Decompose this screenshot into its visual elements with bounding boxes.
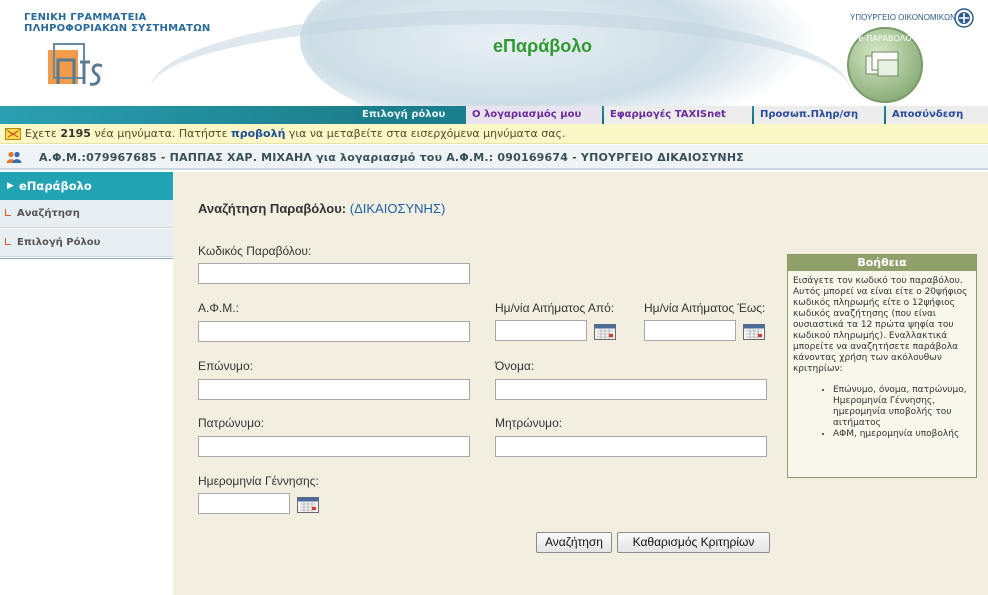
page: ΓΕΝΙΚΗ ΓΡΑΜΜΑΤΕΙΑ ΠΛΗΡΟΦΟΡΙΑΚΩΝ ΣΥΣΤΗΜΑΤ…: [0, 0, 988, 595]
org-title-line1: ΓΕΝΙΚΗ ΓΡΑΜΜΑΤΕΙΑ: [24, 12, 147, 23]
nav-tab-logout[interactable]: Αποσύνδεση: [886, 106, 988, 124]
users-icon: [6, 151, 22, 163]
help-body: Εισάγετε τον κωδικό του παραβόλου. Αυτός…: [788, 271, 976, 440]
greek-emblem-icon: [954, 8, 974, 28]
eparavolo-logo-icon: e-ΠΑΡΑΒΟΛΟ: [847, 27, 923, 103]
code-label: Κωδικός Παραβόλου:: [198, 244, 312, 258]
nav-tab-role[interactable]: Επιλογή ρόλου: [356, 106, 466, 124]
birth-date-label: Ημερομηνία Γέννησης:: [198, 474, 319, 488]
date-from-input[interactable]: [495, 320, 587, 341]
user-info: Α.Φ.Μ.:079967685 - ΠΑΠΠΑΣ ΧΑΡ. ΜΙΧΑΗΛ γι…: [39, 151, 744, 164]
messages-bar: Εχετε 2195 νέα μηνύματα. Πατήστε προβολή…: [0, 124, 988, 144]
nav-tab-my-account[interactable]: Ο λογαριασμός μου: [466, 106, 602, 124]
calendar-icon[interactable]: [743, 324, 765, 340]
father-name-label: Πατρώνυμο:: [198, 416, 265, 430]
nav-tab-taxisnet-label: Εφαρμογές TAXISnet: [610, 109, 726, 120]
help-panel: Βοήθεια Εισάγετε τον κωδικό του παραβόλο…: [787, 254, 977, 478]
nav-tab-my-account-label: Ο λογαριασμός μου: [472, 109, 582, 120]
nav-tab-role-label: Επιλογή ρόλου: [362, 109, 446, 120]
form-title-text: Αναζήτηση Παραβόλου:: [198, 201, 347, 216]
code-input[interactable]: [198, 263, 470, 284]
messages-text: Εχετε 2195 νέα μηνύματα. Πατήστε προβολή…: [25, 124, 565, 144]
messages-middle: νέα μηνύματα. Πατήστε: [94, 127, 228, 140]
navbar-left-band: [0, 106, 356, 124]
birth-date-input[interactable]: [198, 493, 290, 514]
bullet-marker-icon: [5, 238, 11, 245]
sidebar-header[interactable]: ▶ eΠαράβολο: [0, 172, 173, 200]
view-messages-link[interactable]: προβολή: [231, 127, 285, 140]
name-label: Όνομα:: [495, 359, 535, 373]
afm-input[interactable]: [198, 321, 470, 342]
help-list-item: Επώνυμο, όνομα, πατρώνυμο, Ημερομηνία Γέ…: [833, 385, 972, 429]
mother-name-input[interactable]: [495, 436, 767, 457]
svg-text:e-ΠΑΡΑΒΟΛΟ: e-ΠΑΡΑΒΟΛΟ: [858, 34, 911, 43]
nav-tab-taxisnet[interactable]: Εφαρμογές TAXISnet: [604, 106, 752, 124]
messages-count: 2195: [60, 127, 91, 140]
name-input[interactable]: [495, 379, 767, 400]
help-text: Εισάγετε τον κωδικό του παραβόλου. Αυτός…: [793, 276, 968, 374]
help-title: Βοήθεια: [788, 255, 976, 271]
mail-icon: [5, 128, 21, 140]
help-list: Επώνυμο, όνομα, πατρώνυμο, Ημερομηνία Γέ…: [793, 385, 972, 440]
father-name-input[interactable]: [198, 436, 470, 457]
sidebar-divider: [0, 258, 173, 259]
sidebar-header-label: eΠαράβολο: [19, 179, 92, 193]
sidebar-item-search[interactable]: Αναζήτηση: [0, 200, 173, 228]
afm-label: Α.Φ.Μ.:: [198, 301, 239, 315]
sidebar-item-role[interactable]: Επιλογή Ρόλου: [0, 229, 173, 257]
help-list-item: ΑΦΜ, ημερομηνία υποβολής: [833, 429, 972, 440]
org-title-line2: ΠΛΗΡΟΦΟΡΙΑΚΩΝ ΣΥΣΤΗΜΑΤΩΝ: [24, 23, 211, 34]
user-bar: Α.Φ.Μ.:079967685 - ΠΑΠΠΑΣ ΧΑΡ. ΜΙΧΑΗΛ γι…: [0, 145, 988, 170]
gsis-logo-icon: [48, 43, 103, 86]
calendar-icon[interactable]: [297, 497, 319, 513]
chevron-right-icon: ▶: [7, 181, 14, 191]
messages-prefix: Εχετε: [25, 127, 57, 140]
search-button[interactable]: Αναζήτηση: [536, 532, 612, 553]
date-to-label: Ημ/νία Αιτήματος Έως:: [644, 301, 766, 315]
sidebar-item-label: Αναζήτηση: [17, 208, 80, 219]
nav-tab-profile-label: Προσωπ.Πληρ/ση: [760, 109, 859, 120]
sidebar: ▶ eΠαράβολο Αναζήτηση Επιλογή Ρόλου: [0, 172, 173, 595]
messages-suffix: για να μεταβείτε στα εισερχόμενα μηνύματ…: [288, 127, 566, 140]
surname-input[interactable]: [198, 379, 470, 400]
date-to-input[interactable]: [644, 320, 736, 341]
header: ΓΕΝΙΚΗ ΓΡΑΜΜΑΤΕΙΑ ΠΛΗΡΟΦΟΡΙΑΚΩΝ ΣΥΣΤΗΜΑΤ…: [0, 0, 988, 106]
navbar: Επιλογή ρόλου Ο λογαριασμός μου Εφαρμογέ…: [0, 106, 988, 124]
form-title: Αναζήτηση Παραβόλου: (ΔΙΚΑΙΟΣΥΝΗΣ): [198, 201, 445, 216]
ministry-label: ΥΠΟΥΡΓΕΙΟ ΟΙΚΟΝΟΜΙΚΩΝ: [850, 13, 956, 22]
nav-tab-profile[interactable]: Προσωπ.Πληρ/ση: [754, 106, 884, 124]
clear-criteria-button[interactable]: Καθαρισμός Κριτηρίων: [617, 532, 770, 553]
date-from-label: Ημ/νία Αιτήματος Από:: [495, 301, 615, 315]
surname-label: Επώνυμο:: [198, 359, 253, 373]
sidebar-item-label: Επιλογή Ρόλου: [17, 237, 101, 248]
mother-name-label: Μητρώνυμο:: [495, 416, 563, 430]
form-title-department: (ΔΙΚΑΙΟΣΥΝΗΣ): [349, 201, 446, 216]
app-title: eΠαράβολο: [493, 36, 593, 56]
calendar-icon[interactable]: [594, 324, 616, 340]
bullet-marker-icon: [5, 209, 11, 216]
nav-tab-logout-label: Αποσύνδεση: [892, 109, 964, 120]
org-title: ΓΕΝΙΚΗ ΓΡΑΜΜΑΤΕΙΑ ΠΛΗΡΟΦΟΡΙΑΚΩΝ ΣΥΣΤΗΜΑΤ…: [24, 12, 210, 34]
main-content: Αναζήτηση Παραβόλου: (ΔΙΚΑΙΟΣΥΝΗΣ) Κωδικ…: [173, 172, 988, 595]
